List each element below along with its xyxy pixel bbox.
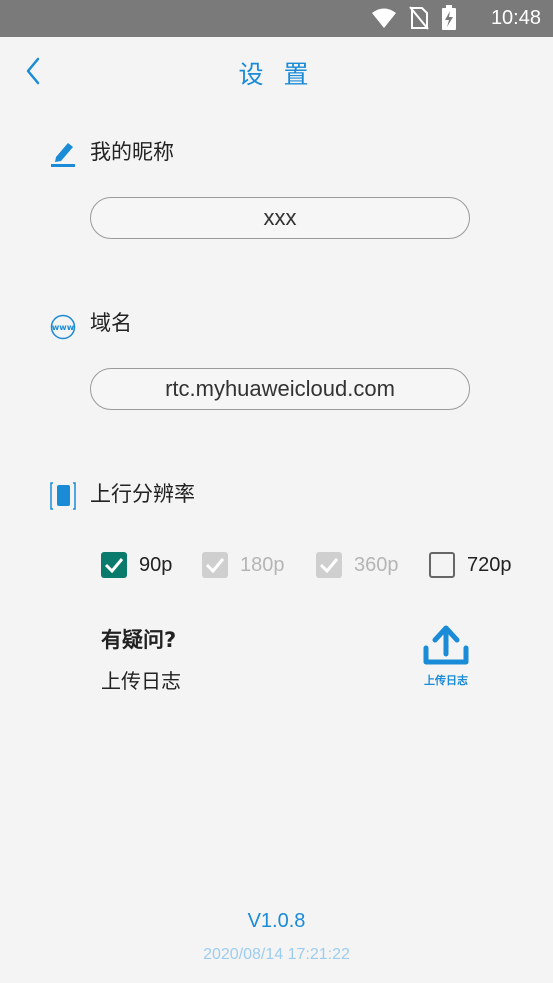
checkmark-icon [319,558,339,573]
page-title: 设 置 [238,60,315,89]
status-time: 10:48 [490,7,541,29]
header: 设 置 [0,37,553,105]
resolution-option-180p[interactable]: 180p [202,550,285,580]
option-label: 360p [354,553,399,576]
nickname-label: 我的昵称 [90,140,174,164]
domain-input[interactable]: rtc.myhuaweicloud.com [90,368,470,410]
domain-label: 域名 [90,311,132,335]
upload-icon [423,625,469,665]
checkbox-disabled[interactable] [316,552,342,578]
no-sim-icon [409,6,429,30]
help-title: 有疑问? [101,628,177,652]
svg-text:www: www [52,323,75,332]
upload-log-label: 上传日志 [424,674,468,687]
resolution-option-360p[interactable]: 360p [316,550,399,580]
phone-icon [50,482,76,510]
edit-pencil-icon [51,143,75,167]
resolution-option-90p[interactable]: 90p [101,550,172,580]
option-label: 180p [240,553,285,576]
help-subtitle: 上传日志 [101,669,181,693]
checkmark-icon [205,558,225,573]
checkbox-unchecked[interactable] [429,552,455,578]
build-time: 2020/08/14 17:21:22 [203,946,350,963]
nickname-input[interactable]: xxx [90,197,470,239]
checkmark-icon [104,558,124,573]
battery-charging-icon [442,5,456,30]
status-bar: 10:48 [0,0,553,37]
status-icons [371,5,457,30]
checkbox-checked[interactable] [101,552,127,578]
checkbox-disabled[interactable] [202,552,228,578]
wifi-icon [372,8,396,28]
option-label: 720p [467,553,512,576]
resolution-label: 上行分辨率 [90,482,195,506]
app-version: V1.0.8 [247,910,306,932]
www-globe-icon: www [50,314,76,340]
resolution-option-720p[interactable]: 720p [429,550,512,580]
upload-log-button[interactable]: 上传日志 [418,624,474,688]
option-label: 90p [139,553,173,576]
